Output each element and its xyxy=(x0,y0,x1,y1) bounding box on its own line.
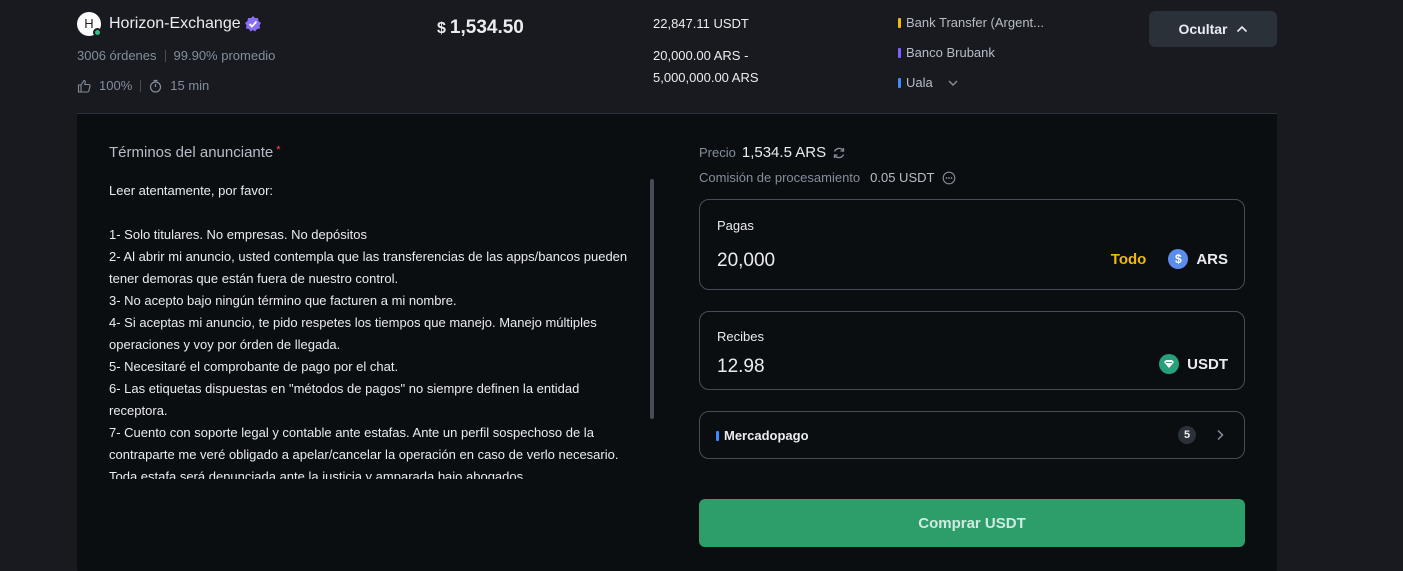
terms-line: 2- Al abrir mi anuncio, usted contempla … xyxy=(109,249,628,286)
hide-label: Ocultar xyxy=(1178,21,1228,37)
method-color-bar xyxy=(898,17,901,28)
terms-blank-line xyxy=(109,202,639,224)
more-info-icon[interactable] xyxy=(942,171,956,185)
terms-line: 6- Las etiquetas dispuestas en "métodos … xyxy=(109,381,580,418)
advertiser-stats: 3006 órdenes 99.90% promedio xyxy=(77,48,275,63)
selected-method: Mercadopago xyxy=(716,428,809,443)
receive-label: Recibes xyxy=(717,329,764,344)
max-amount-button[interactable]: Todo xyxy=(1111,251,1147,268)
completion-rate: 99.90% promedio xyxy=(173,48,276,63)
method-color-bar xyxy=(716,430,719,441)
divider xyxy=(164,49,166,62)
currency-symbol: $ xyxy=(437,20,446,37)
ad-detail-panel: Términos del anunciante * Leer atentament… xyxy=(77,113,1277,571)
timer-icon xyxy=(150,79,162,93)
price-value: 1,534.50 xyxy=(449,17,524,38)
limit-max: 5,000,000.00 ARS xyxy=(653,70,759,85)
processing-fee: Comisión de procesamiento 0.05 USDT xyxy=(699,170,956,185)
pay-currency-group: Todo $ ARS xyxy=(1111,249,1228,269)
payment-method-brubank: Banco Brubank xyxy=(898,45,995,60)
method-color-bar xyxy=(898,47,901,58)
method-label: Bank Transfer (Argent... xyxy=(906,15,1045,30)
pay-time: 15 min xyxy=(170,78,210,93)
receive-amount-input[interactable]: 12.98 xyxy=(717,356,765,378)
ars-coin-icon: $ xyxy=(1168,249,1189,269)
payment-method-selector[interactable]: Mercadopago 5 xyxy=(699,411,1245,459)
terms-body[interactable]: Leer atentamente, por favor: 1- Solo tit… xyxy=(109,180,639,479)
terms-title-text: Términos del anunciante xyxy=(109,144,274,161)
hide-button[interactable]: Ocultar xyxy=(1149,11,1277,47)
positive-rate: 100% xyxy=(99,78,133,93)
advertiser-name[interactable]: Horizon-Exchange xyxy=(109,15,241,33)
price-rate-value: 1,534.5 ARS xyxy=(741,144,827,161)
payment-method-uala[interactable]: Uala xyxy=(898,75,959,90)
terms-line: 7- Cuento con soporte legal y contable a… xyxy=(109,425,619,479)
order-limits: 20,000.00 ARS - 5,000,000.00 ARS xyxy=(653,45,759,89)
ad-price: $1,534.50 xyxy=(437,17,524,39)
advertiser-stats-secondary: 100% 15 min xyxy=(77,78,209,93)
method-label: Uala xyxy=(906,75,933,90)
price-label: Precio xyxy=(699,145,736,160)
terms-line: 3- No acepto bajo ningún término que fac… xyxy=(109,293,457,308)
method-label: Banco Brubank xyxy=(906,45,995,60)
thumbs-up-icon xyxy=(77,79,91,93)
payment-method-bank-transfer: Bank Transfer (Argent... xyxy=(898,15,1044,30)
terms-title: Términos del anunciante * xyxy=(109,144,281,161)
receive-amount-field[interactable]: Recibes 12.98 USDT xyxy=(699,311,1245,390)
available-amount: 22,847.11 USDT xyxy=(653,16,749,31)
order-count: 3006 órdenes xyxy=(77,48,157,63)
limit-min: 20,000.00 ARS - xyxy=(653,48,749,63)
chevron-up-icon xyxy=(1236,25,1247,33)
pay-label: Pagas xyxy=(717,218,754,233)
usdt-coin-icon xyxy=(1159,354,1180,374)
receive-currency-group: USDT xyxy=(1159,354,1228,374)
online-status-dot xyxy=(93,28,102,37)
terms-line: Leer atentamente, por favor: xyxy=(109,183,274,198)
terms-scrollbar[interactable] xyxy=(650,179,654,419)
fee-label: Comisión de procesamiento xyxy=(699,170,861,185)
pay-amount-field[interactable]: Pagas 20,000 Todo $ ARS xyxy=(699,199,1245,290)
terms-line: 1- Solo titulares. No empresas. No depós… xyxy=(109,227,367,242)
fee-value: 0.05 USDT xyxy=(870,170,935,185)
refresh-icon[interactable] xyxy=(832,146,846,160)
chevron-down-icon[interactable] xyxy=(947,79,959,87)
receive-currency: USDT xyxy=(1187,355,1228,373)
method-count-badge: 5 xyxy=(1178,426,1196,444)
required-mark: * xyxy=(276,144,281,156)
pay-amount-input[interactable]: 20,000 xyxy=(717,250,775,272)
advertiser-avatar[interactable]: H xyxy=(77,12,102,37)
ad-row: H Horizon-Exchange 3006 órdenes 99.90% p… xyxy=(0,0,1403,114)
price-rate: Precio 1,534.5 ARS xyxy=(699,144,846,161)
avatar-letter: H xyxy=(84,16,94,31)
chevron-right-icon xyxy=(1217,429,1224,441)
verified-badge-icon xyxy=(245,16,261,32)
method-color-bar xyxy=(898,77,901,88)
buy-usdt-button[interactable]: Comprar USDT xyxy=(699,499,1245,547)
divider xyxy=(140,79,142,92)
terms-line: 4- Si aceptas mi anuncio, te pido respet… xyxy=(109,315,597,352)
terms-line: 5- Necesitaré el comprobante de pago por… xyxy=(109,359,399,374)
pay-currency: ARS xyxy=(1196,250,1228,268)
selected-method-label: Mercadopago xyxy=(724,428,809,443)
